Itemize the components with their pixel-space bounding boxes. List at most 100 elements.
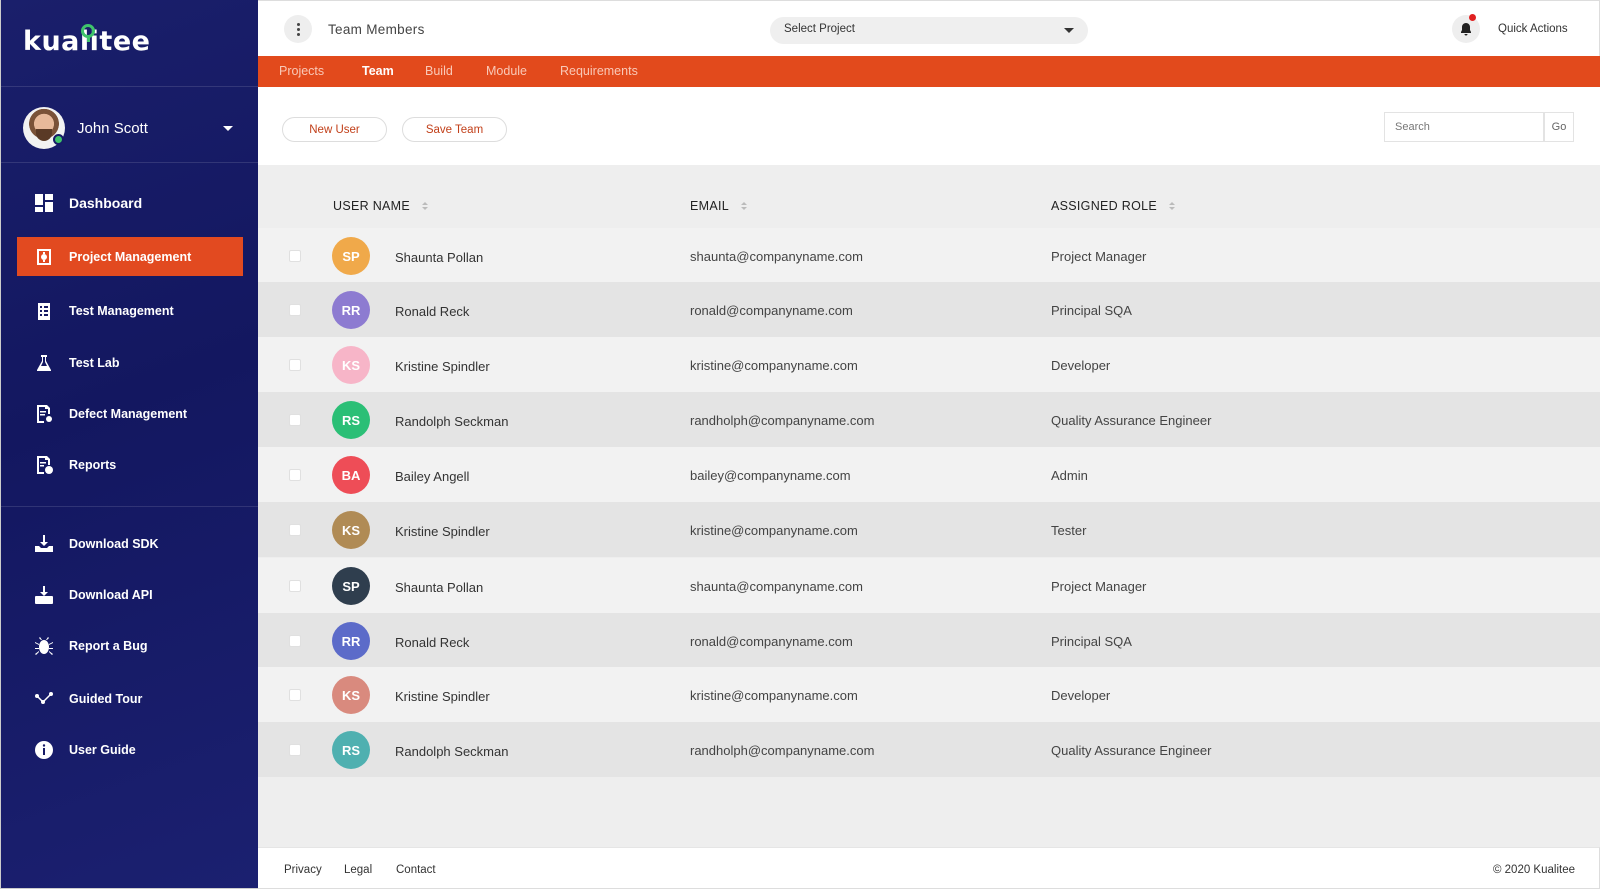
top-bar: Team Members Select Project Quick Action… <box>258 0 1600 56</box>
sidebar-divider <box>1 162 259 163</box>
table-row[interactable]: RR Ronald Reck ronald@companyname.com Princ… <box>258 613 1600 668</box>
sidebar-item-download-api[interactable]: Download API <box>17 575 243 614</box>
footer-link-privacy[interactable]: Privacy <box>284 864 322 876</box>
row-checkbox[interactable] <box>289 580 301 592</box>
table-row[interactable]: RR Ronald Reck ronald@companyname.com Princ… <box>258 282 1600 337</box>
row-checkbox[interactable] <box>289 689 301 701</box>
avatar: RR <box>332 622 370 660</box>
email-cell: kristine@companyname.com <box>690 523 858 538</box>
avatar: KS <box>332 346 370 384</box>
sidebar-item-dashboard[interactable]: Dashboard <box>17 183 243 222</box>
project-select[interactable]: Select Project <box>770 17 1088 44</box>
table-row[interactable]: KS Kristine Spindler kristine@companyname.… <box>258 337 1600 392</box>
email-cell: ronald@companyname.com <box>690 634 853 649</box>
save-team-button[interactable]: Save Team <box>402 117 507 142</box>
table-row[interactable]: KS Kristine Spindler kristine@companyname.… <box>258 667 1600 722</box>
sidebar-item-defect-management[interactable]: Defect Management <box>17 394 243 433</box>
page-title: Team Members <box>328 22 425 37</box>
column-header-user-name[interactable]: USER NAME <box>333 199 429 213</box>
footer: Privacy Legal Contact © 2020 Kualitee <box>258 847 1600 889</box>
row-checkbox[interactable] <box>289 524 301 536</box>
tab-requirements[interactable]: Requirements <box>560 64 638 78</box>
user-name-cell: Ronald Reck <box>395 304 470 319</box>
kualitee-logo[interactable]: kualitee <box>23 24 150 70</box>
test-management-icon <box>33 300 55 322</box>
column-header-email[interactable]: EMAIL <box>690 199 748 213</box>
sidebar-item-download-sdk[interactable]: Download SDK <box>17 524 243 563</box>
user-name-cell: Randolph Seckman <box>395 744 509 759</box>
quick-actions-link[interactable]: Quick Actions <box>1498 23 1568 35</box>
tab-module[interactable]: Module <box>486 64 527 78</box>
reports-icon <box>33 454 55 476</box>
user-name-cell: Shaunta Pollan <box>395 580 484 595</box>
bug-icon <box>33 635 55 657</box>
row-checkbox[interactable] <box>289 744 301 756</box>
row-checkbox[interactable] <box>289 469 301 481</box>
sidebar-item-report-bug[interactable]: Report a Bug <box>17 626 243 665</box>
column-header-label: EMAIL <box>690 199 730 213</box>
role-cell: Quality Assurance Engineer <box>1051 413 1212 428</box>
bell-icon <box>1461 23 1471 36</box>
chevron-down-icon[interactable] <box>223 125 233 131</box>
table-header: USER NAME EMAIL ASSIGNED ROLE <box>258 165 1600 230</box>
new-user-button[interactable]: New User <box>282 117 387 142</box>
user-name-cell: Shaunta Pollan <box>395 250 484 265</box>
role-cell: Developer <box>1051 358 1111 373</box>
table-row[interactable]: SP Shaunta Pollan shaunta@companyname.com P… <box>258 558 1600 613</box>
row-checkbox[interactable] <box>289 359 301 371</box>
sidebar-item-reports[interactable]: Reports <box>17 445 243 484</box>
sidebar-item-guided-tour[interactable]: Guided Tour <box>17 679 243 718</box>
table-row[interactable]: RS Randolph Seckman randholph@companyname.… <box>258 722 1600 777</box>
sidebar-item-user-guide[interactable]: User Guide <box>17 730 243 769</box>
user-name-cell: Ronald Reck <box>395 635 470 650</box>
search-input[interactable] <box>1384 112 1544 142</box>
user-profile-menu[interactable]: John Scott <box>23 106 233 150</box>
sidebar-divider <box>1 506 259 507</box>
table-row[interactable]: BA Bailey Angell bailey@companyname.com Adm… <box>258 447 1600 502</box>
column-header-assigned-role[interactable]: ASSIGNED ROLE <box>1051 199 1176 213</box>
avatar: SP <box>332 237 370 275</box>
download-api-icon <box>33 584 55 606</box>
download-sdk-icon <box>33 533 55 555</box>
tab-projects[interactable]: Projects <box>279 64 324 78</box>
sidebar-item-project-management[interactable]: Project Management <box>17 237 243 276</box>
role-cell: Admin <box>1051 468 1088 483</box>
table-row[interactable]: KS Kristine Spindler kristine@companyname.… <box>258 502 1600 557</box>
sidebar-item-label: Defect Management <box>69 406 188 421</box>
user-name-cell: Kristine Spindler <box>395 524 490 539</box>
email-cell: shaunta@companyname.com <box>690 249 863 264</box>
row-checkbox[interactable] <box>289 304 301 316</box>
row-checkbox[interactable] <box>289 250 301 262</box>
tab-team[interactable]: Team <box>362 64 394 78</box>
more-options-icon[interactable] <box>284 15 312 43</box>
user-name: John Scott <box>77 119 148 137</box>
avatar: RS <box>332 401 370 439</box>
avatar: BA <box>332 456 370 494</box>
footer-link-contact[interactable]: Contact <box>396 864 436 876</box>
chevron-down-icon <box>1064 28 1074 33</box>
go-button[interactable]: Go <box>1544 112 1574 142</box>
table-row[interactable]: SP Shaunta Pollan shaunta@companyname.com P… <box>258 228 1600 283</box>
table-row[interactable]: RS Randolph Seckman randholph@companyname.… <box>258 392 1600 447</box>
column-header-label: ASSIGNED ROLE <box>1051 199 1158 213</box>
footer-link-legal[interactable]: Legal <box>344 864 372 876</box>
email-cell: ronald@companyname.com <box>690 303 853 318</box>
column-header-label: USER NAME <box>333 199 411 213</box>
email-cell: randholph@companyname.com <box>690 413 875 428</box>
notifications-button[interactable] <box>1452 14 1480 43</box>
tour-icon <box>33 688 55 710</box>
sort-icon <box>741 202 748 210</box>
role-cell: Principal SQA <box>1051 634 1132 649</box>
sidebar-item-test-management[interactable]: Test Management <box>17 291 243 330</box>
tab-build[interactable]: Build <box>425 64 453 78</box>
row-checkbox[interactable] <box>289 635 301 647</box>
sort-icon <box>422 202 429 210</box>
row-checkbox[interactable] <box>289 414 301 426</box>
user-name-cell: Kristine Spindler <box>395 689 490 704</box>
logo-stem <box>87 36 90 42</box>
avatar: RS <box>332 731 370 769</box>
dashboard-icon <box>33 192 55 214</box>
sidebar-item-label: Guided Tour <box>69 691 143 706</box>
notification-badge <box>1469 14 1476 21</box>
sidebar-item-test-lab[interactable]: Test Lab <box>17 343 243 382</box>
